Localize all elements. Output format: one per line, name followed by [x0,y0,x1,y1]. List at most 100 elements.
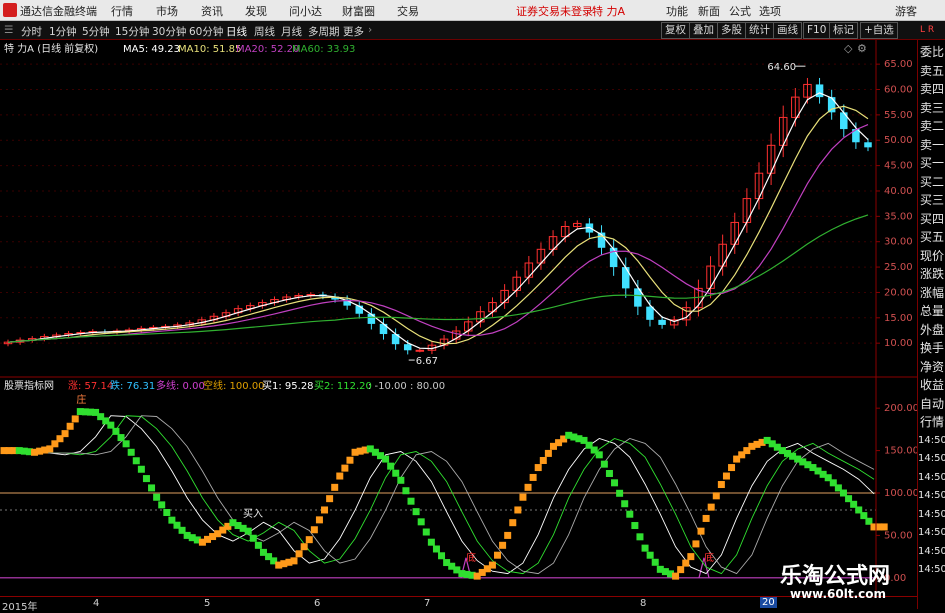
sidebar-item-10[interactable]: 买五 [918,229,945,245]
period-minute[interactable]: 分时 [21,24,42,39]
ma5-line [7,92,869,350]
sidebar-item-17[interactable]: 净资 [918,359,945,375]
sidebar-item-2[interactable]: 卖四 [918,81,945,97]
sidebar-item-21[interactable]: 14:50 [918,433,945,449]
period-15min[interactable]: 15分钟 [115,24,149,39]
indicator-block [697,527,705,535]
menu-arrow-icon[interactable]: ☰ [4,24,13,36]
guest-login[interactable]: 游客 [895,3,917,19]
indicator-fall-value: 跌: 76.31 [110,379,155,392]
f10-button[interactable]: F10 [803,22,831,39]
price-tick-label: 40.00 [884,186,913,197]
mark-button[interactable]: 标记 [829,22,858,39]
sidebar-item-1[interactable]: 卖五 [918,63,945,79]
settings-gear-icon[interactable]: ⚙ [857,42,867,55]
indicator-block [112,427,120,435]
indicator-block [616,489,624,497]
sidebar-item-19[interactable]: 自动 [918,396,945,412]
overlay-button[interactable]: 叠加 [689,22,718,39]
menu-item-function[interactable]: 功能 [666,3,688,19]
sidebar-item-28[interactable]: 14:50 [918,562,945,578]
menu-item-wealth[interactable]: 财富圈 [342,3,375,19]
multi-stock-button[interactable]: 多股 [717,22,746,39]
sidebar-item-9[interactable]: 买四 [918,211,945,227]
sidebar-item-12[interactable]: 涨跌 [918,266,945,282]
price-y-axis: 65.00 60.00 55.00 50.00 45.00 40.00 35.00 30.00… [876,59,913,349]
login-warning[interactable]: 证券交易未登录 [516,3,593,19]
sidebar-item-5[interactable]: 卖一 [918,137,945,153]
indicator-block [244,527,252,535]
indicator-block [158,501,166,509]
candle-body [403,344,412,351]
ma5-legend: MA5: 49.23 [123,44,180,55]
sidebar-item-23[interactable]: 14:50 [918,470,945,486]
indicator-block [132,457,140,465]
sidebar-item-20[interactable]: 行情 [918,414,945,430]
sidebar-item-26[interactable]: 14:50 [918,525,945,541]
sidebar-item-22[interactable]: 14:50 [918,451,945,467]
lr-corner-label[interactable]: L R [920,25,934,35]
menu-item-market[interactable]: 市场 [156,3,178,19]
period-daily[interactable]: 日线 [226,24,247,39]
indicator-tick-label: 200.00 [884,403,917,414]
price-tick-label: 60.00 [884,85,913,96]
menu-item-new-page[interactable]: 新面 [698,3,720,19]
price-tick-label: 55.00 [884,110,913,121]
chevron-right-icon[interactable]: › [368,24,372,36]
stock-label: 特 力A (日线 前复权) [4,42,98,55]
indicator-block [600,460,608,468]
candle-body [415,349,425,352]
sidebar-item-0[interactable]: 委比 [918,44,945,60]
expand-icon[interactable]: ◇ [844,42,853,55]
period-multi[interactable]: 多周期 [308,24,340,39]
menu-item-trade[interactable]: 交易 [397,3,419,19]
period-weekly[interactable]: 周线 [254,24,275,39]
period-30min[interactable]: 30分钟 [152,24,186,39]
sidebar-item-6[interactable]: 买一 [918,155,945,171]
period-more[interactable]: 更多 [343,24,364,39]
period-60min[interactable]: 60分钟 [189,24,223,39]
restore-rights-button[interactable]: 复权 [661,22,690,39]
sidebar-item-18[interactable]: 收益 [918,377,945,393]
indicator-block [427,538,435,546]
price-grid [0,63,876,344]
sidebar-item-25[interactable]: 14:50 [918,507,945,523]
watermark-url: www.60lt.com [790,587,887,601]
menu-item-news[interactable]: 资讯 [201,3,223,19]
draw-line-button[interactable]: 画线 [773,22,802,39]
sidebar-item-7[interactable]: 买二 [918,174,945,190]
indicator-block [651,558,659,566]
price-chart[interactable]: 65.00 60.00 55.00 50.00 45.00 40.00 35.00 30.00… [0,40,917,378]
menu-item-ask[interactable]: 问小达 [289,3,322,19]
sidebar-item-15[interactable]: 外盘 [918,322,945,338]
candle-body [840,112,848,130]
menu-item-discover[interactable]: 发现 [245,3,267,19]
sidebar-item-24[interactable]: 14:50 [918,488,945,504]
sidebar-item-27[interactable]: 14:50 [918,544,945,560]
sidebar-item-13[interactable]: 涨幅 [918,285,945,301]
stock-name-title: 特 力A [592,5,626,18]
sidebar-item-3[interactable]: 卖三 [918,100,945,116]
indicator-block [880,523,888,531]
menu-item-quotes[interactable]: 行情 [111,3,133,19]
high-price-label: 64.60 [767,62,796,73]
sidebar-item-11[interactable]: 现价 [918,248,945,264]
indicator-block [137,465,145,473]
period-monthly[interactable]: 月线 [281,24,302,39]
x-label-8: 8 [640,598,647,609]
indicator-block [524,483,532,491]
indicator-block [310,526,318,534]
sidebar-item-4[interactable]: 卖二 [918,118,945,134]
indicator-block [422,528,430,536]
sidebar-item-14[interactable]: 总量 [918,303,945,319]
add-watchlist-button[interactable]: +自选 [860,22,898,39]
period-5min[interactable]: 5分钟 [82,24,110,39]
menu-item-options[interactable]: 选项 [759,3,781,19]
sidebar-item-8[interactable]: 买三 [918,192,945,208]
statistics-button[interactable]: 统计 [745,22,774,39]
indicator-block [290,557,298,565]
sidebar-item-16[interactable]: 换手 [918,340,945,356]
indicator-block [646,551,654,559]
menu-item-formula[interactable]: 公式 [729,3,751,19]
period-1min[interactable]: 1分钟 [49,24,77,39]
